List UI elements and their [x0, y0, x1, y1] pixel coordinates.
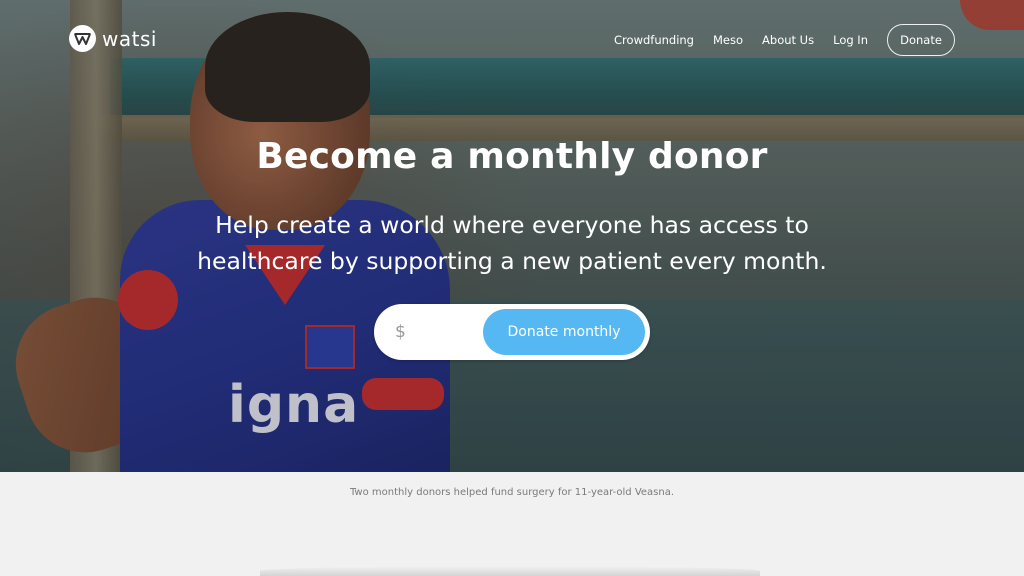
nav-meso[interactable]: Meso: [713, 33, 743, 47]
logo-link[interactable]: watsi: [69, 25, 157, 52]
top-nav: Crowdfunding Meso About Us Log In Donate: [595, 24, 955, 56]
nav-crowdfunding[interactable]: Crowdfunding: [614, 33, 694, 47]
brand-name: watsi: [102, 26, 157, 51]
nav-about-us[interactable]: About Us: [762, 33, 814, 47]
next-section-shadow: [260, 566, 760, 576]
photo-caption: Two monthly donors helped fund surgery f…: [349, 487, 675, 498]
nav-log-in[interactable]: Log In: [833, 33, 868, 47]
watsi-w-logo-icon: [69, 25, 96, 52]
nav-donate-button[interactable]: Donate: [887, 24, 955, 56]
donation-amount-input[interactable]: [412, 314, 474, 350]
hero-subtitle: Help create a world where everyone has a…: [197, 211, 827, 275]
donate-monthly-button[interactable]: Donate monthly: [483, 309, 645, 355]
monthly-donation-form: $ Donate monthly: [374, 304, 650, 360]
currency-symbol: $: [395, 322, 406, 342]
page-title: Become a monthly donor: [256, 136, 768, 177]
hero-section: igna watsi Crowdfunding Meso About Us Lo…: [0, 0, 1024, 472]
